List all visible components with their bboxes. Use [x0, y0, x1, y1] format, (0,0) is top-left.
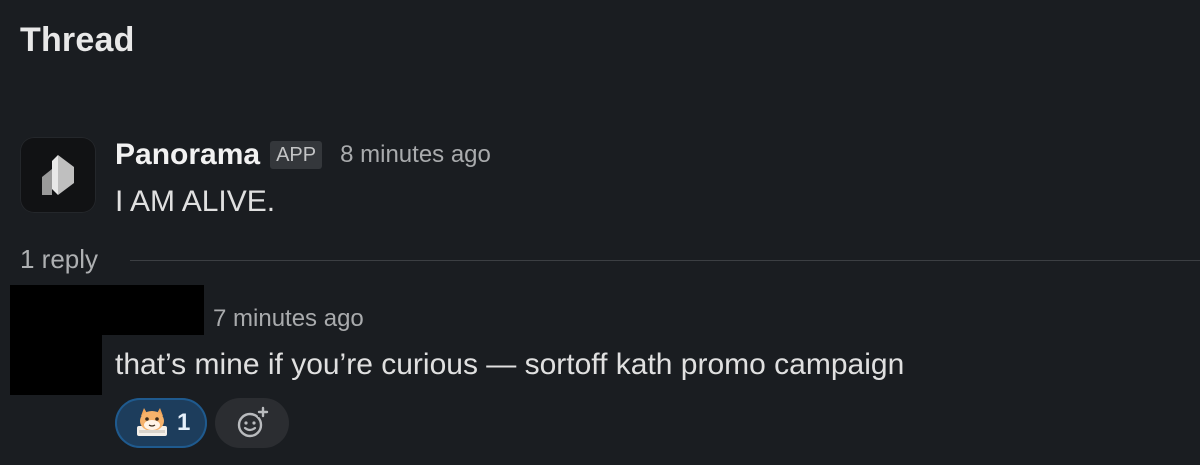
message-timestamp[interactable]: 8 minutes ago	[340, 141, 491, 169]
reply-text: that’s mine if you’re curious — sortoff …	[115, 348, 905, 381]
panorama-logo-icon	[42, 155, 74, 195]
page-title: Thread	[20, 21, 135, 59]
replies-divider-line	[130, 260, 1200, 261]
redacted-avatar	[10, 285, 102, 395]
reply-timestamp[interactable]: 7 minutes ago	[213, 303, 364, 335]
reply-count: 1 reply	[20, 244, 99, 274]
reaction-count: 1	[177, 409, 191, 436]
redacted-sender-name	[102, 285, 204, 335]
reaction-pill[interactable]: 1	[115, 398, 207, 448]
message-header: Panorama APP 8 minutes ago	[115, 135, 491, 175]
app-avatar[interactable]	[20, 137, 96, 213]
app-badge: APP	[270, 141, 323, 169]
add-reaction-icon	[237, 406, 269, 438]
message-text: I AM ALIVE.	[115, 185, 276, 218]
cat-emoji-icon	[137, 408, 167, 436]
add-reaction-button[interactable]	[215, 398, 289, 448]
sender-name[interactable]: Panorama	[115, 138, 260, 172]
